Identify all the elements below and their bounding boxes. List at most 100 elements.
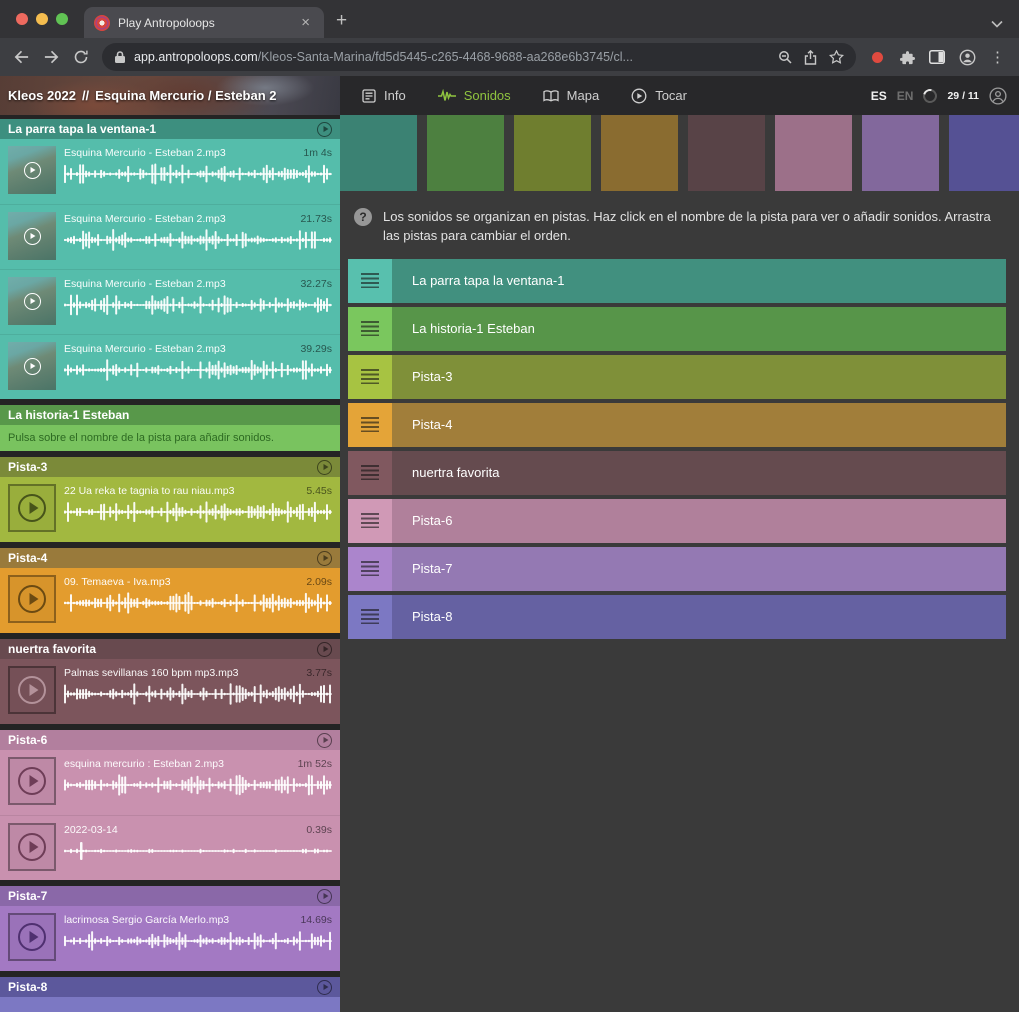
audio-clip[interactable]: Esquina Mercurio - Esteban 2.mp339.29s <box>0 334 340 399</box>
track-header[interactable]: Pista-6 <box>0 730 340 750</box>
tab-tocar-label: Tocar <box>655 88 687 103</box>
audio-clip[interactable]: Esquina Mercurio - Esteban 2.mp31m 4s <box>0 139 340 204</box>
track-row-label: Pista-8 <box>412 609 452 624</box>
clip-list: Palmas sevillanas 160 bpm mp3.mp33.77s <box>0 659 340 724</box>
breadcrumb[interactable]: Kleos 2022 // Esquina Mercurio / Esteban… <box>0 76 340 115</box>
forward-icon[interactable] <box>36 43 66 71</box>
lang-en-button[interactable]: EN <box>897 89 914 103</box>
track-header[interactable]: La historia-1 Esteban <box>0 405 340 425</box>
recording-extension-icon[interactable] <box>862 43 892 71</box>
audio-clip[interactable]: 09. Temaeva - Iva.mp32.09s <box>0 568 340 633</box>
drag-handle-icon <box>361 609 379 624</box>
track-row[interactable]: nuertra favorita <box>348 451 1006 495</box>
url-text[interactable]: app.antropoloops.com/Kleos-Santa-Marina/… <box>134 50 770 64</box>
app-header: Kleos 2022 // Esquina Mercurio / Esteban… <box>0 76 1019 115</box>
drag-handle[interactable] <box>348 595 392 639</box>
track-row-label: Pista-6 <box>412 513 452 528</box>
zoom-icon[interactable] <box>778 50 792 64</box>
minimize-window-button[interactable] <box>36 13 48 25</box>
window-controls[interactable] <box>0 0 84 38</box>
tab-info[interactable]: Info <box>362 88 406 103</box>
track-row[interactable]: Pista-7 <box>348 547 1006 591</box>
clip-thumbnail[interactable] <box>8 342 56 390</box>
clip-thumbnail[interactable] <box>8 277 56 325</box>
tab-mapa[interactable]: Mapa <box>543 88 600 103</box>
account-icon[interactable] <box>989 87 1007 105</box>
drag-handle[interactable] <box>348 355 392 399</box>
track-play-icon[interactable] <box>317 642 332 657</box>
breadcrumb-project[interactable]: Kleos 2022 <box>8 88 76 103</box>
drag-handle[interactable] <box>348 307 392 351</box>
track-row[interactable]: Pista-8 <box>348 595 1006 639</box>
track-color-swatch <box>688 115 765 191</box>
audio-clip[interactable]: lacrimosa Sergio García Merlo.mp314.69s <box>0 906 340 971</box>
clip-list: lacrimosa Sergio García Merlo.mp314.69s <box>0 906 340 971</box>
track-color-swatch <box>775 115 852 191</box>
zoom-window-button[interactable] <box>56 13 68 25</box>
tab-tocar[interactable]: Tocar <box>631 88 687 104</box>
audio-clip[interactable]: 22 Ua reka te tagnia to rau niau.mp35.45… <box>0 477 340 542</box>
track-row[interactable]: Pista-4 <box>348 403 1006 447</box>
audio-clip[interactable]: esquina mercurio : Esteban 2.mp31m 52s <box>0 750 340 815</box>
lang-es-button[interactable]: ES <box>871 89 887 103</box>
drag-handle[interactable] <box>348 259 392 303</box>
side-panel-icon[interactable] <box>922 43 952 71</box>
track-header[interactable]: La parra tapa la ventana-1 <box>0 119 340 139</box>
audio-clip[interactable]: Esquina Mercurio - Esteban 2.mp321.73s <box>0 204 340 269</box>
browser-tab[interactable]: Play Antropoloops × <box>84 7 324 38</box>
audio-clip[interactable]: 2022-03-140.39s <box>0 815 340 880</box>
drag-handle[interactable] <box>348 403 392 447</box>
track-row[interactable]: La parra tapa la ventana-1 <box>348 259 1006 303</box>
tab-sonidos-label: Sonidos <box>464 88 511 103</box>
clip-title: lacrimosa Sergio García Merlo.mp3 <box>64 914 229 926</box>
track-section: Pista-4 09. Temaeva - Iva.mp32.09s <box>0 548 340 633</box>
padlock-icon[interactable] <box>114 50 126 64</box>
tab-close-icon[interactable]: × <box>297 13 314 32</box>
clip-thumbnail[interactable] <box>8 212 56 260</box>
address-bar[interactable]: app.antropoloops.com/Kleos-Santa-Marina/… <box>102 43 856 71</box>
new-tab-button[interactable]: + <box>324 10 361 38</box>
drag-handle[interactable] <box>348 547 392 591</box>
track-play-icon[interactable] <box>317 889 332 904</box>
clip-play-button[interactable] <box>8 666 56 714</box>
drag-handle[interactable] <box>348 451 392 495</box>
tab-sonidos[interactable]: Sonidos <box>438 88 511 103</box>
track-play-icon[interactable] <box>317 980 332 995</box>
back-icon[interactable] <box>6 43 36 71</box>
reload-icon[interactable] <box>66 43 96 71</box>
track-row[interactable]: Pista-3 <box>348 355 1006 399</box>
clip-thumbnail[interactable] <box>8 146 56 194</box>
clip-play-button[interactable] <box>8 913 56 961</box>
waveform <box>64 592 332 614</box>
play-icon <box>18 494 46 522</box>
extensions-puzzle-icon[interactable] <box>892 43 922 71</box>
track-header[interactable]: Pista-8 <box>0 977 340 997</box>
play-icon <box>18 676 46 704</box>
share-icon[interactable] <box>804 50 817 65</box>
track-play-icon[interactable] <box>317 733 332 748</box>
clip-play-button[interactable] <box>8 823 56 871</box>
clip-play-button[interactable] <box>8 484 56 532</box>
bookmark-star-icon[interactable] <box>829 50 844 64</box>
drag-handle[interactable] <box>348 499 392 543</box>
track-header[interactable]: Pista-4 <box>0 548 340 568</box>
track-play-icon[interactable] <box>317 551 332 566</box>
track-play-icon[interactable] <box>317 122 332 137</box>
waveform-icon <box>438 89 456 103</box>
audio-clip[interactable]: Esquina Mercurio - Esteban 2.mp332.27s <box>0 269 340 334</box>
audio-clip[interactable]: Palmas sevillanas 160 bpm mp3.mp33.77s <box>0 659 340 724</box>
tab-search-chevron-icon[interactable] <box>991 20 1019 38</box>
track-row[interactable]: Pista-6 <box>348 499 1006 543</box>
clip-play-button[interactable] <box>8 757 56 805</box>
close-window-button[interactable] <box>16 13 28 25</box>
track-header[interactable]: Pista-7 <box>0 886 340 906</box>
browser-menu-kebab-icon[interactable]: ⋮ <box>982 48 1013 66</box>
profile-avatar-icon[interactable] <box>952 43 982 71</box>
track-play-icon[interactable] <box>317 460 332 475</box>
track-header[interactable]: Pista-3 <box>0 457 340 477</box>
track-row[interactable]: La historia-1 Esteban <box>348 307 1006 351</box>
track-header[interactable]: nuertra favorita <box>0 639 340 659</box>
track-name: Pista-4 <box>8 551 47 565</box>
clip-play-button[interactable] <box>8 575 56 623</box>
track-section: Pista-7 lacrimosa Sergio García Merlo.mp… <box>0 886 340 971</box>
